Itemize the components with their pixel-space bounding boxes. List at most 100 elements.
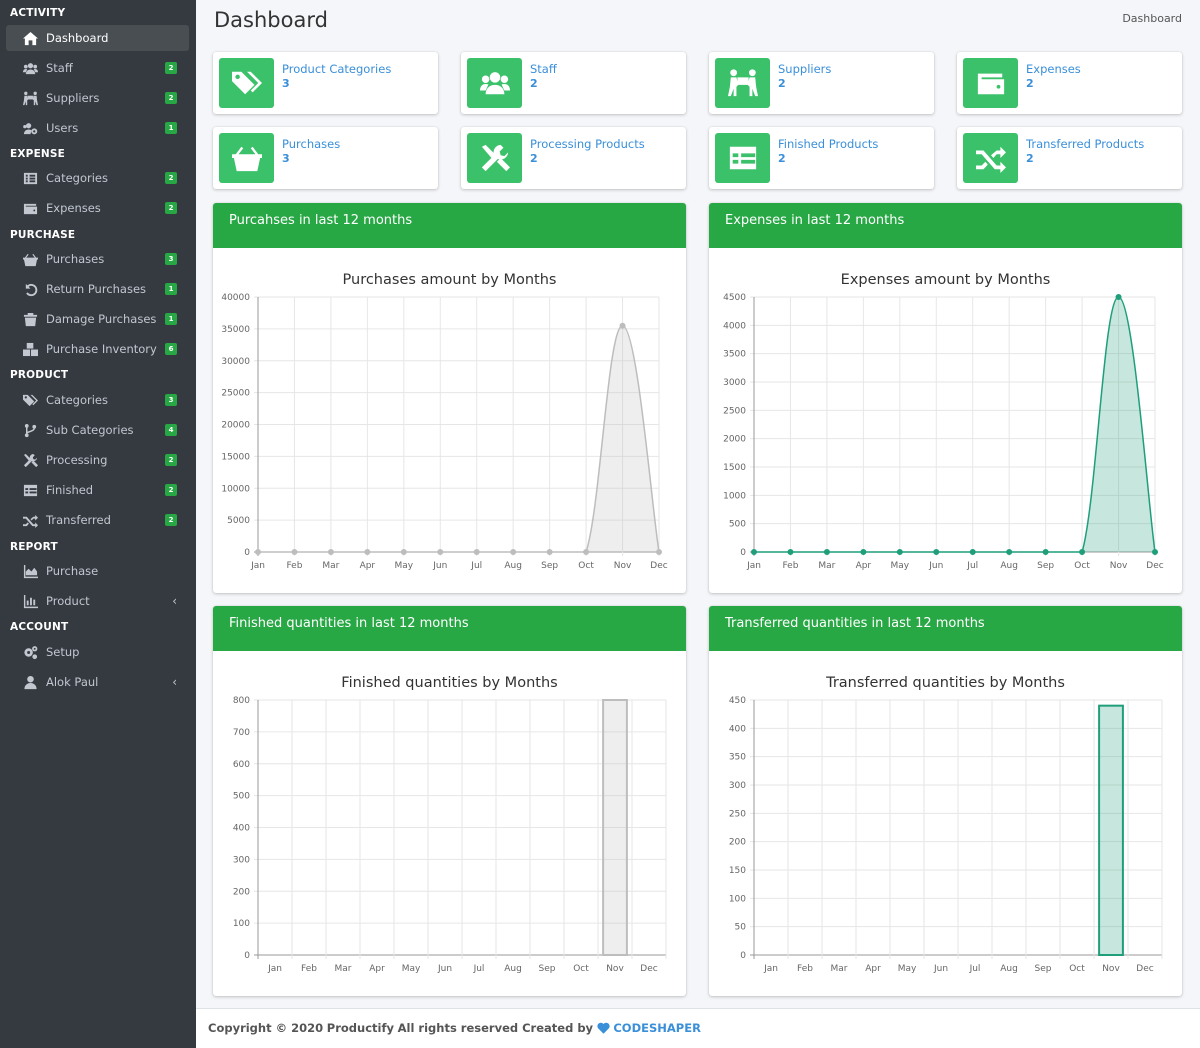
sidebar-item-finished[interactable]: Finished 2 [6,477,189,503]
x-tick-label: Apr [369,964,385,974]
page-title: Dashboard [214,8,328,32]
sidebar-item-sub-categories[interactable]: Sub Categories 4 [6,417,189,443]
sidebar-item-report-product[interactable]: Product ‹ [6,588,189,614]
x-tick-label: Sep [539,964,556,974]
point-may [400,549,407,555]
sidebar-item-label: Users [46,121,79,135]
count-badge: 3 [165,253,177,265]
point-jun [437,549,444,555]
point-jan [751,549,757,555]
infobox-count: 3 [282,77,290,90]
section-title-purchase: PURCHASE [10,229,76,241]
app-name: Productify [326,1021,394,1035]
count-badge: 2 [165,62,177,74]
infobox-finished-products[interactable]: Finished Products 2 [709,127,934,189]
sidebar-item-transferred[interactable]: Transferred 2 [6,507,189,533]
sidebar-item-report-purchase[interactable]: Purchase [6,558,189,584]
x-tick-label: Aug [1000,964,1018,974]
point-nov [1115,294,1122,300]
infobox-transferred-products[interactable]: Transferred Products 2 [957,127,1182,189]
infobox-expenses[interactable]: Expenses 2 [957,52,1182,114]
transferred-chart: 0 50 100 150 200 250 300 350 400 450 Jan Feb Mar Apr M… [729,696,1163,974]
sidebar-item-processing[interactable]: Processing 2 [6,447,189,473]
sidebar-item-expenses[interactable]: Expenses 2 [6,195,189,221]
sidebar-item-purchase-inventory[interactable]: Purchase Inventory 6 [6,336,189,362]
sidebar-item-users[interactable]: Users 1 [6,115,189,141]
y-tick-label: 35000 [221,325,250,335]
sidebar-item-expense-categories[interactable]: Categories 2 [6,165,189,191]
y-tick-label: 450 [729,696,746,706]
point-sep [546,549,553,555]
x-tick-label: Jan [746,561,761,571]
count-badge: 3 [165,394,177,406]
sidebar: ACTIVITY Dashboard Staff 2 Suppliers 2 U… [0,0,196,1048]
infobox-count: 3 [282,152,290,165]
section-title-product: PRODUCT [10,369,69,381]
y-tick-label: 3500 [723,350,746,360]
breadcrumb[interactable]: Dashboard [1122,12,1182,25]
point-may [896,549,903,555]
count-badge: 2 [165,514,177,526]
y-tick-label: 400 [729,724,746,734]
sidebar-item-suppliers[interactable]: Suppliers 2 [6,85,189,111]
y-tick-label: 500 [729,520,746,530]
heart-icon [597,1022,610,1037]
x-tick-label: May [395,561,414,571]
point-mar [327,549,334,555]
sidebar-item-setup[interactable]: Setup [6,639,189,665]
sidebar-item-product-categories[interactable]: Categories 3 [6,387,189,413]
count-badge: 1 [165,122,177,134]
sidebar-item-return-purchases[interactable]: Return Purchases 1 [6,276,189,302]
point-dec [1152,549,1158,555]
purchases-chart: 0 5000 10000 15000 20000 25000 30000 35000 40000… [221,293,667,571]
x-tick-label: Oct [1069,964,1085,974]
y-tick-label: 200 [729,838,746,848]
x-tick-label: Feb [301,964,317,974]
count-badge: 4 [165,424,177,436]
sidebar-item-damage-purchases[interactable]: Damage Purchases 1 [6,306,189,332]
random-icon [20,513,40,528]
y-tick-label: 200 [233,887,250,897]
table-icon [715,133,770,183]
sidebar-item-label: Purchase Inventory [46,342,157,356]
infobox-staff[interactable]: Staff 2 [461,52,686,114]
list-icon [20,171,40,186]
y-tick-label: 40000 [221,293,250,303]
x-tick-label: Nov [1110,561,1128,571]
sidebar-item-label: Suppliers [46,91,100,105]
x-tick-label: Feb [782,561,798,571]
x-tick-label: Jul [470,561,482,571]
infobox-processing-products[interactable]: Processing Products 2 [461,127,686,189]
sidebar-item-staff[interactable]: Staff 2 [6,55,189,81]
trash-icon [20,312,40,327]
point-jul [473,549,480,555]
infobox-product-categories[interactable]: Product Categories 3 [213,52,438,114]
point-nov [619,322,626,329]
point-aug [510,549,517,555]
x-tick-label: Nov [1102,964,1120,974]
infobox-label: Processing Products [530,137,645,151]
point-dec [656,549,662,555]
chevron-left-icon: ‹ [172,594,177,608]
x-tick-label: Aug [504,561,522,571]
tools-icon [467,133,522,183]
x-tick-label: Jul [969,964,981,974]
brand-link[interactable]: CODESHAPER [613,1021,701,1035]
count-badge: 1 [165,313,177,325]
count-badge: 6 [165,343,177,355]
sidebar-item-dashboard[interactable]: Dashboard [6,25,189,51]
rights-text: All rights reserved Created by [397,1021,594,1035]
infobox-purchases[interactable]: Purchases 3 [213,127,438,189]
y-tick-label: 150 [729,866,746,876]
infobox-suppliers[interactable]: Suppliers 2 [709,52,934,114]
user-icon [20,675,40,690]
sidebar-item-purchases[interactable]: Purchases 3 [6,246,189,272]
sidebar-item-label: Dashboard [46,31,109,45]
sidebar-item-label: Processing [46,453,108,467]
wallet-icon [963,58,1018,108]
sidebar-item-user-profile[interactable]: Alok Paul ‹ [6,669,189,695]
bar-nov [602,699,628,956]
point-oct [1079,549,1086,555]
x-tick-label: Feb [286,561,302,571]
y-tick-label: 0 [244,951,250,961]
